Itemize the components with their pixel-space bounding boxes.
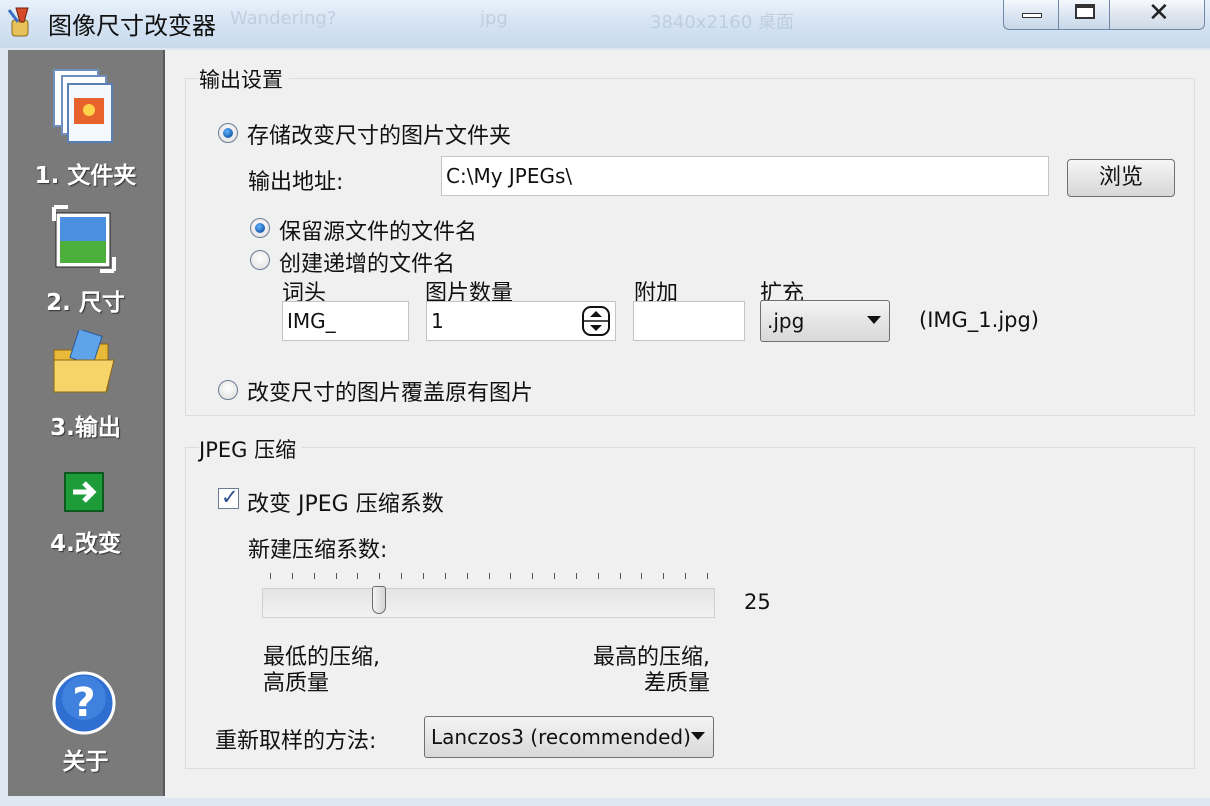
new-factor-label: 新建压缩系数: [248, 538, 388, 563]
resample-method-label: 重新取样的方法: [215, 729, 377, 754]
folder-images-icon [53, 69, 113, 143]
sidebar-item-change[interactable]: 4.改变 [8, 472, 163, 562]
slider-tick [685, 573, 687, 579]
output-path-input[interactable] [441, 156, 1049, 196]
count-stepper [426, 301, 616, 341]
compression-value: 25 [744, 590, 771, 614]
change-compression-checkbox[interactable] [218, 485, 239, 509]
close-icon: ✕ [1148, 0, 1170, 28]
spin-updown-icon[interactable] [582, 306, 610, 336]
output-folder-icon [53, 330, 115, 393]
slider-tick [488, 573, 490, 579]
example-filename: (IMG_1.jpg) [919, 308, 1040, 332]
output-path-label: 输出地址: [248, 170, 344, 195]
slider-tick [597, 573, 599, 579]
group-title: JPEG 压缩 [199, 434, 303, 464]
background-window-title: jpg [480, 8, 508, 29]
minimize-button[interactable] [1003, 0, 1059, 30]
chevron-down-icon [691, 732, 705, 740]
high-compression-line1: 最高的压缩, [593, 645, 710, 670]
change-compression-label: 改变 JPEG 压缩系数 [247, 492, 444, 517]
slider-tick [291, 573, 293, 579]
slider-tick [619, 573, 621, 579]
radio-save-to-folder[interactable] [218, 123, 238, 143]
resample-method-value: Lanczos3 (recommended) [431, 725, 691, 749]
sidebar-item-size[interactable]: 2. 尺寸 [8, 205, 163, 316]
slider-tick [335, 573, 337, 579]
slider-tick [444, 573, 446, 579]
svg-text:?: ? [72, 680, 95, 726]
resample-method-select[interactable]: Lanczos3 (recommended) [424, 716, 714, 758]
slider-tick [313, 573, 315, 579]
slider-tick [270, 573, 271, 579]
slider-tick [357, 573, 359, 579]
maximize-button[interactable] [1058, 0, 1110, 30]
sidebar-item-label: 2. 尺寸 [46, 290, 125, 316]
resize-picture-icon [52, 205, 116, 273]
radio-incremental-filename[interactable] [250, 250, 270, 270]
sidebar-item-label: 1. 文件夹 [34, 163, 137, 189]
sidebar-item-label: 3.输出 [50, 415, 121, 441]
extension-select-value: .jpg [767, 309, 805, 333]
slider-tick [641, 573, 643, 579]
background-window-title: 3840x2160 桌面 [650, 12, 794, 33]
slider-tick [532, 573, 534, 579]
browse-button[interactable]: 浏览 [1067, 159, 1175, 197]
maximize-icon [1075, 4, 1095, 19]
background-window-title: Wandering? [230, 8, 337, 29]
radio-keep-filename[interactable] [250, 218, 270, 238]
slider-tick [554, 573, 556, 579]
high-compression-label: 最高的压缩, 差质量 [593, 645, 710, 697]
slider-tick [707, 573, 708, 579]
help-icon: ? [52, 671, 116, 735]
radio-save-to-folder-label: 存储改变尺寸的图片文件夹 [247, 124, 512, 149]
sidebar-item-about[interactable]: ? 关于 [8, 670, 163, 780]
slider-tick [379, 573, 381, 579]
green-arrow-icon [64, 472, 104, 512]
slider-tick [401, 573, 403, 579]
slider-tick [663, 573, 665, 579]
minimize-icon [1022, 13, 1042, 18]
sidebar-item-folder[interactable]: 1. 文件夹 [8, 66, 163, 189]
app-brush-icon [7, 7, 29, 37]
compression-slider-track[interactable] [262, 588, 715, 618]
slider-tick [510, 573, 512, 579]
title-bar: 图像尺寸改变器 Wandering? jpg 3840x2160 桌面 ✕ [0, 0, 1210, 48]
close-button[interactable]: ✕ [1109, 0, 1205, 30]
sidebar-item-label: 4.改变 [50, 531, 121, 557]
group-title: 输出设置 [199, 64, 289, 94]
prefix-input[interactable] [282, 301, 409, 341]
chevron-down-icon [867, 316, 881, 324]
low-compression-line2: 高质量 [263, 671, 330, 696]
radio-overwrite-originals[interactable] [218, 380, 238, 400]
compression-slider-thumb[interactable] [372, 586, 387, 614]
low-compression-line1: 最低的压缩, [263, 645, 380, 670]
slider-tick [466, 573, 468, 579]
sidebar-item-label: 关于 [62, 749, 109, 775]
wizard-sidebar: 1. 文件夹 2. 尺寸 3.输出 4.改变 ? 关于 [8, 50, 165, 796]
low-compression-label: 最低的压缩, 高质量 [263, 645, 380, 697]
sidebar-item-output[interactable]: 3.输出 [8, 330, 163, 441]
slider-tick [422, 573, 424, 579]
main-panel: 输出设置 存储改变尺寸的图片文件夹 输出地址: 浏览 保留源文件的文件名 创建递… [165, 50, 1210, 798]
window-title: 图像尺寸改变器 [48, 12, 216, 40]
radio-overwrite-label: 改变尺寸的图片覆盖原有图片 [247, 381, 534, 406]
radio-incremental-filename-label: 创建递增的文件名 [279, 252, 456, 277]
radio-keep-filename-label: 保留源文件的文件名 [279, 220, 478, 245]
suffix-input[interactable] [633, 301, 745, 341]
extension-select[interactable]: .jpg [760, 300, 890, 342]
high-compression-line2: 差质量 [643, 671, 710, 696]
slider-tick [575, 573, 577, 579]
